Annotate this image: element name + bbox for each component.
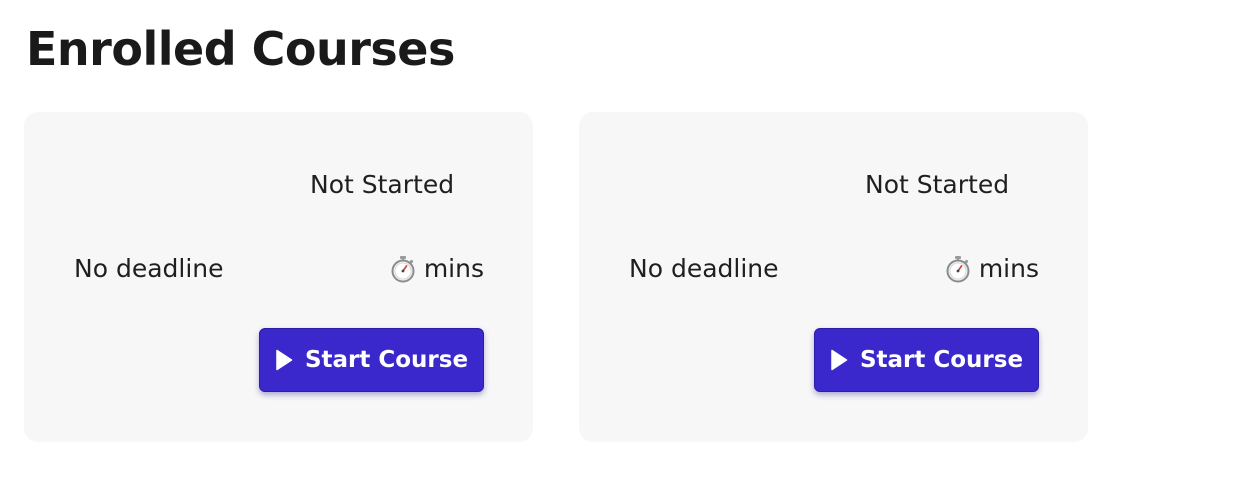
- course-duration: mins: [945, 252, 1039, 286]
- play-icon: [276, 349, 293, 371]
- play-icon: [831, 349, 848, 371]
- course-deadline: No deadline: [74, 254, 224, 283]
- stopwatch-icon: [391, 256, 415, 283]
- start-course-label: Start Course: [859, 347, 1024, 373]
- enrolled-courses-page: Enrolled Courses Not Started No deadline…: [0, 0, 1234, 484]
- course-grid: Not Started No deadline mins Start Cours…: [24, 112, 1088, 442]
- course-card: Not Started No deadline mins Start Cours…: [24, 112, 533, 442]
- duration-unit: mins: [423, 254, 484, 283]
- stopwatch-icon: [946, 256, 970, 283]
- course-card: Not Started No deadline mins Start Cours…: [579, 112, 1088, 442]
- course-status: Not Started: [865, 170, 1010, 199]
- duration-unit: mins: [978, 254, 1039, 283]
- page-title: Enrolled Courses: [26, 22, 455, 76]
- course-deadline: No deadline: [629, 254, 779, 283]
- course-duration: mins: [390, 252, 484, 286]
- start-course-button[interactable]: Start Course: [814, 328, 1039, 392]
- course-status: Not Started: [310, 170, 455, 199]
- start-course-button[interactable]: Start Course: [259, 328, 484, 392]
- start-course-label: Start Course: [304, 347, 469, 373]
